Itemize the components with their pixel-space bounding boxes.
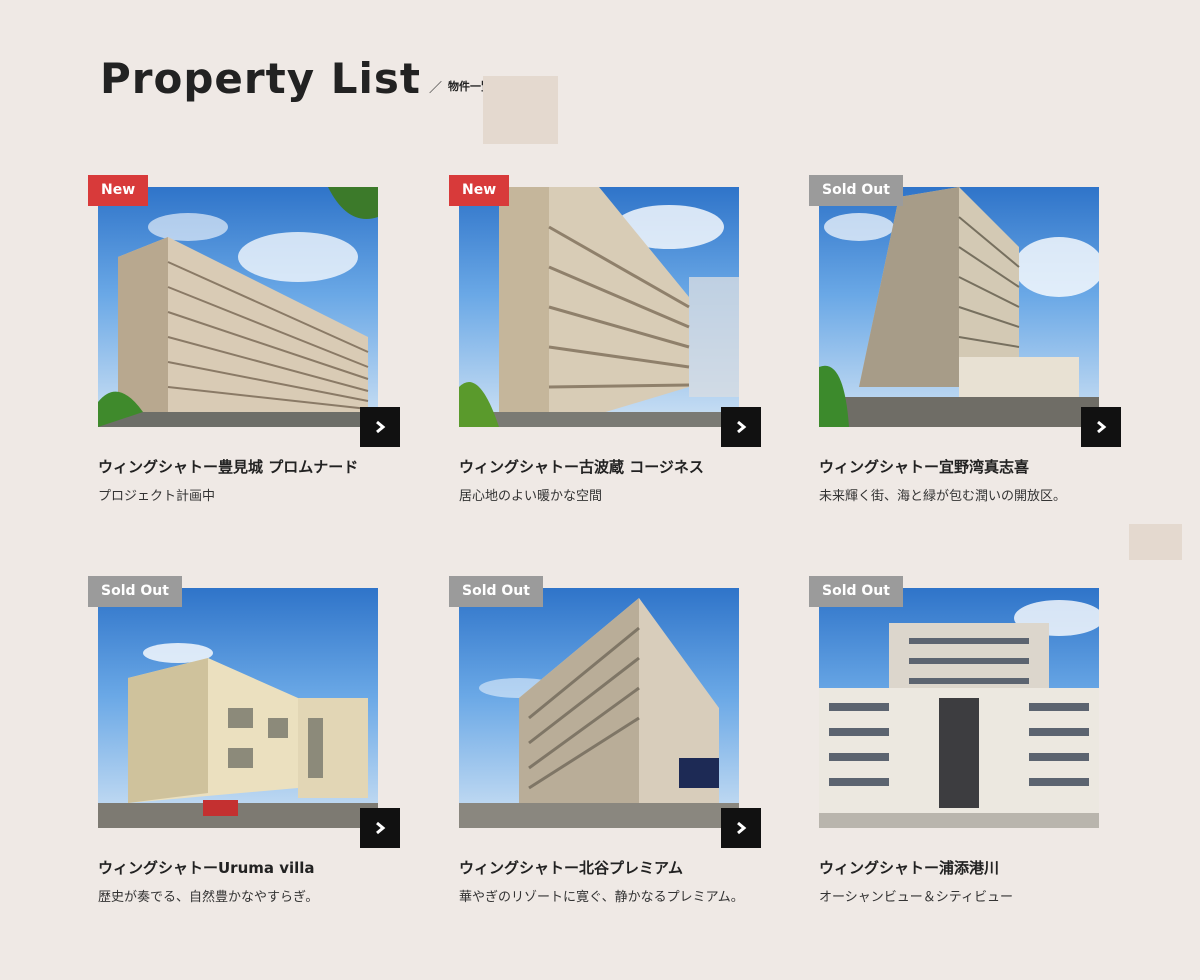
detail-arrow-button[interactable]	[1081, 407, 1121, 447]
decorative-square	[1129, 524, 1182, 560]
property-description: 歴史が奏でる、自然豊かなやすらぎ。	[98, 890, 319, 905]
detail-arrow-button[interactable]	[360, 407, 400, 447]
property-photo[interactable]	[459, 187, 739, 427]
detail-arrow-button[interactable]	[721, 808, 761, 848]
page-title: Property List	[100, 54, 421, 103]
chevron-right-icon	[1097, 420, 1107, 434]
page-header: Property List ／ 物件一覧	[100, 58, 492, 100]
soldout-badge: Sold Out	[809, 175, 903, 206]
soldout-badge: Sold Out	[809, 576, 903, 607]
new-badge: New	[88, 175, 149, 206]
new-badge: New	[449, 175, 510, 206]
property-description: 居心地のよい暖かな空間	[459, 489, 603, 504]
property-name[interactable]: ウィングシャトー古波蔵 コージネス	[459, 456, 704, 477]
detail-arrow-button[interactable]	[360, 808, 400, 848]
soldout-badge: Sold Out	[88, 576, 182, 607]
soldout-badge: Sold Out	[449, 576, 543, 607]
property-name[interactable]: ウィングシャトー浦添港川	[819, 857, 999, 878]
property-name[interactable]: ウィングシャトー豊見城 プロムナード	[98, 456, 358, 477]
decorative-square	[483, 76, 558, 144]
property-description: プロジェクト計画中	[98, 489, 216, 504]
property-name[interactable]: ウィングシャトー北谷プレミアム	[459, 857, 683, 878]
detail-arrow-button[interactable]	[721, 407, 761, 447]
property-photo[interactable]	[98, 187, 378, 427]
chevron-right-icon	[737, 821, 747, 835]
chevron-right-icon	[737, 420, 747, 434]
property-photo[interactable]	[459, 588, 739, 828]
property-photo[interactable]	[819, 588, 1099, 828]
property-name[interactable]: ウィングシャトー宜野湾真志喜	[819, 456, 1029, 477]
chevron-right-icon	[376, 821, 386, 835]
property-name[interactable]: ウィングシャトーUruma villa	[98, 857, 315, 878]
chevron-right-icon	[376, 420, 386, 434]
property-description: 未来輝く街、海と緑が包む潤いの開放区。	[819, 489, 1067, 504]
property-description: オーシャンビュー＆シティビュー	[819, 890, 1013, 905]
property-description: 華やぎのリゾートに寛ぐ、静かなるプレミアム。	[459, 890, 744, 905]
property-photo[interactable]	[98, 588, 378, 828]
title-separator: ／	[428, 81, 442, 96]
property-photo[interactable]	[819, 187, 1099, 427]
